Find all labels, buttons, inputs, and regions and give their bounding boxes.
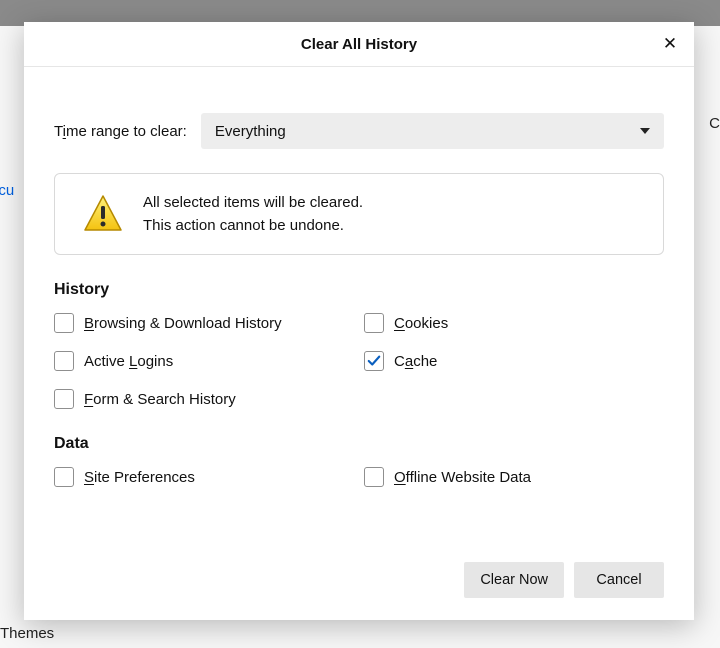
time-range-select[interactable]: Everything — [201, 113, 664, 149]
checkbox-box — [364, 351, 384, 371]
dialog-body: Time range to clear: Everything — [24, 67, 694, 513]
warning-panel: All selected items will be cleared. This… — [54, 173, 664, 255]
data-checkbox-group: Site Preferences Offline Website Data — [54, 467, 664, 487]
checkbox-cookies[interactable]: Cookies — [364, 313, 664, 333]
dialog-header: Clear All History ✕ — [24, 22, 694, 67]
checkbox-label: Offline Website Data — [394, 469, 531, 486]
dialog-button-row: Clear Now Cancel — [24, 562, 694, 620]
checkbox-box — [364, 313, 384, 333]
close-button[interactable]: ✕ — [656, 30, 684, 58]
checkbox-label: Site Preferences — [84, 469, 195, 486]
warning-line-2: This action cannot be undone. — [143, 217, 363, 234]
section-title-history: History — [54, 281, 664, 299]
checkbox-box — [364, 467, 384, 487]
check-icon — [367, 354, 381, 368]
checkbox-form[interactable]: Form & Search History — [54, 389, 354, 409]
checkbox-browsing[interactable]: Browsing & Download History — [54, 313, 354, 333]
checkbox-label: Form & Search History — [84, 391, 236, 408]
clear-now-button[interactable]: Clear Now — [464, 562, 564, 598]
checkbox-label: Active Logins — [84, 353, 173, 370]
background-themes-text: Themes — [0, 625, 54, 642]
time-range-label: Time range to clear: — [54, 123, 187, 140]
history-checkbox-group: Browsing & Download History Cookies Active… — [54, 313, 664, 409]
checkbox-box — [54, 389, 74, 409]
clear-history-dialog: Clear All History ✕ Time range to clear:… — [24, 22, 694, 620]
checkbox-box — [54, 467, 74, 487]
checkbox-label: Browsing & Download History — [84, 315, 282, 332]
time-range-row: Time range to clear: Everything — [54, 113, 664, 149]
close-icon: ✕ — [663, 34, 677, 54]
section-title-data: Data — [54, 435, 664, 453]
chevron-down-icon — [640, 128, 650, 134]
warning-line-1: All selected items will be cleared. — [143, 194, 363, 211]
background-link-fragment: ecu — [0, 182, 14, 199]
checkbox-label: Cookies — [394, 315, 448, 332]
checkbox-cache[interactable]: Cache — [364, 351, 664, 371]
time-range-selected-value: Everything — [215, 123, 286, 140]
dialog-title: Clear All History — [301, 36, 417, 53]
warning-icon — [83, 194, 123, 234]
checkbox-offline[interactable]: Offline Website Data — [364, 467, 664, 487]
checkbox-siteprefs[interactable]: Site Preferences — [54, 467, 354, 487]
background-right-fragment: C — [709, 115, 720, 132]
checkbox-box — [54, 313, 74, 333]
checkbox-box — [54, 351, 74, 371]
cancel-button[interactable]: Cancel — [574, 562, 664, 598]
checkbox-label: Cache — [394, 353, 437, 370]
checkbox-logins[interactable]: Active Logins — [54, 351, 354, 371]
warning-text: All selected items will be cleared. This… — [143, 194, 363, 234]
